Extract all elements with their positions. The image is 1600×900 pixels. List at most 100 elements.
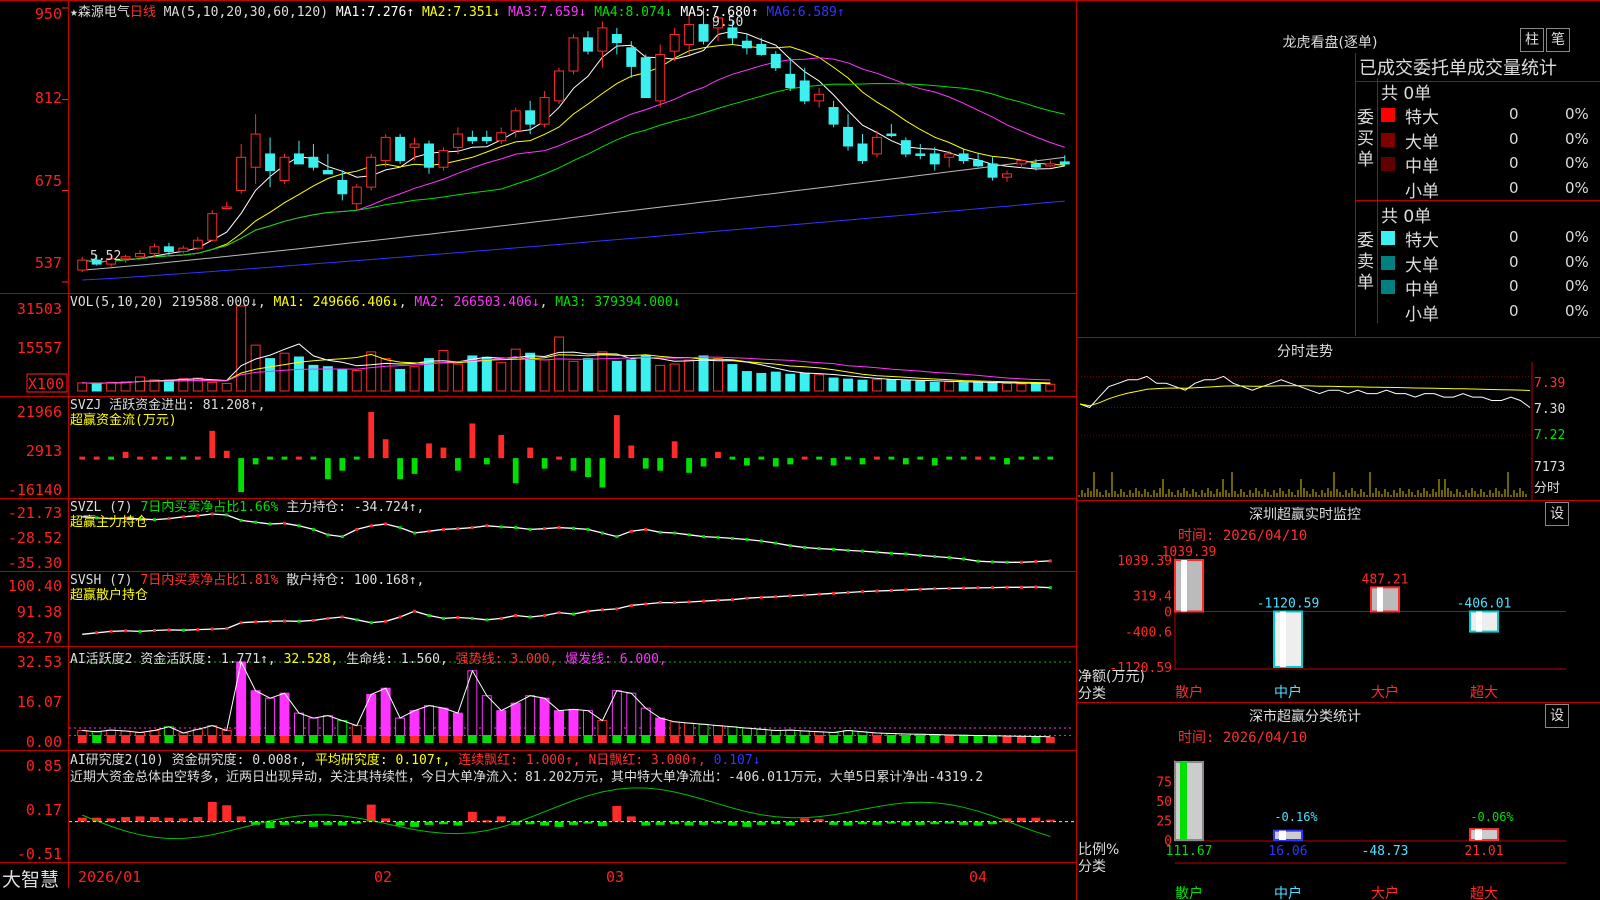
ma-params: MA(5,10,20,30,60,120)	[163, 5, 329, 20]
svsh-dot	[615, 607, 619, 611]
svsh-dot	[904, 588, 908, 592]
candle-body	[597, 27, 608, 52]
svsh-dot	[860, 590, 864, 594]
order-percent: 0%	[1565, 154, 1589, 172]
svzj-bar	[137, 456, 143, 460]
ai1-base-bar	[1016, 736, 1026, 743]
candle-body	[337, 179, 348, 195]
candle-body	[149, 246, 160, 254]
ai1-base-bar	[800, 735, 810, 743]
ai2-v5: 0.107↓	[713, 753, 761, 768]
order-type-label: 小单	[1405, 304, 1439, 325]
volume-bar	[669, 363, 680, 392]
svzj-bar	[324, 458, 331, 480]
svzl-dot	[1019, 560, 1023, 564]
volume-bar	[395, 368, 406, 392]
monitor-category: 大户	[1371, 684, 1399, 701]
svzl-dot	[976, 559, 980, 563]
svzl-dot	[933, 555, 937, 559]
svzl-dot	[600, 531, 604, 535]
volume-bar	[1016, 383, 1027, 392]
volume-bar	[366, 351, 377, 392]
volume-bar	[510, 348, 521, 392]
period-label[interactable]: 日线	[130, 5, 156, 20]
monitor-category: 散户	[1175, 684, 1203, 701]
ai1-bar	[308, 717, 319, 737]
order-type-label: 大单	[1405, 132, 1439, 153]
svsh-dot	[196, 628, 200, 632]
order-type-label: 大单	[1405, 255, 1439, 276]
vol-ma3: MA3: 379394.000↓	[555, 295, 681, 310]
candle-body	[886, 133, 897, 137]
volume-bar	[1045, 383, 1056, 392]
stock-name[interactable]: ★森源电气	[70, 5, 130, 20]
svzl-dot	[803, 545, 807, 549]
candle-body	[987, 163, 998, 178]
volume-bar	[843, 378, 854, 392]
ai2-bar	[121, 817, 131, 822]
classify-settings-button[interactable]: 设	[1545, 704, 1569, 728]
tick-mode-button[interactable]: 笔	[1546, 28, 1570, 52]
ai1-tick-high: 32.53	[17, 653, 62, 671]
ai1-base-bar	[496, 735, 506, 743]
ai1-bar	[597, 720, 608, 737]
ai1-base-bar	[265, 735, 275, 743]
classify-bar	[1273, 829, 1303, 842]
volume-bar	[77, 382, 88, 392]
volume-bar	[655, 364, 666, 392]
svzl-tick-mid: -28.52	[8, 529, 62, 547]
ai1-base-bar	[366, 735, 376, 743]
svzj-bar	[310, 456, 317, 460]
monitor-time: 时间: 2026/04/10	[1178, 528, 1308, 544]
longhu-title: 龙虎看盘(逐单)	[1282, 35, 1378, 51]
classify-divider	[1077, 702, 1600, 703]
candle-body	[438, 150, 449, 168]
svzj-bar	[397, 458, 403, 480]
svzl-dot	[687, 533, 691, 537]
monitor-settings-button[interactable]: 设	[1545, 502, 1569, 526]
svzj-bar	[989, 456, 996, 460]
ai2-tick-low: -0.51	[17, 845, 62, 863]
candle-body	[395, 136, 406, 162]
volume-bar	[799, 372, 810, 392]
ai1-base-bar	[453, 735, 463, 743]
svzl-title: SVZL (7)	[70, 500, 141, 515]
brand-label: 大智慧	[2, 869, 59, 891]
intraday-vol-tick: 7173	[1534, 460, 1566, 475]
svzj-bar	[411, 458, 418, 474]
svzl-dot	[572, 526, 575, 530]
x-label-jan: 2026/01	[78, 868, 141, 886]
ai1-base-bar	[959, 735, 969, 743]
order-percent: 0%	[1565, 178, 1589, 197]
order-percent: 0%	[1565, 252, 1589, 271]
bar-mode-button[interactable]: 柱	[1520, 28, 1544, 52]
ai2-bar	[395, 821, 405, 826]
svzl-dot	[716, 535, 720, 539]
classify-category: 中户	[1274, 885, 1302, 900]
svzj-bar	[1018, 456, 1025, 460]
svzl-dot	[817, 547, 821, 551]
svzj-bar	[859, 458, 866, 465]
candle-body	[554, 70, 565, 102]
ai1-base-bar	[973, 735, 983, 743]
svzj-bar	[845, 456, 851, 460]
svzl-dot	[499, 525, 503, 529]
sell-side-label: 委卖单	[1357, 231, 1374, 293]
ai1-base-bar	[438, 735, 448, 743]
svsh-dot	[817, 592, 821, 596]
volume-bar	[236, 305, 247, 392]
ai1-base-bar	[829, 735, 839, 743]
ai1-v5: 爆发线: 6.000,	[565, 652, 667, 667]
ai1-title: AI活跃度2 资金活跃度: 1.771↑,	[70, 652, 276, 667]
ai1-base-bar	[814, 735, 824, 743]
ai1-base-bar	[930, 735, 940, 743]
svsh-dot	[1019, 585, 1023, 589]
ai1-base-bar	[1045, 736, 1055, 743]
svzj-bar	[382, 439, 389, 459]
ai2-bar	[77, 817, 87, 822]
ai1-base-bar	[92, 735, 102, 743]
svzl-dot	[991, 560, 995, 564]
side-panel-graphics: 1039.39319.40-400.6-1120.591039.39散户-112…	[1078, 362, 1566, 900]
svsh-dot	[832, 591, 836, 595]
candle-body	[799, 80, 810, 102]
